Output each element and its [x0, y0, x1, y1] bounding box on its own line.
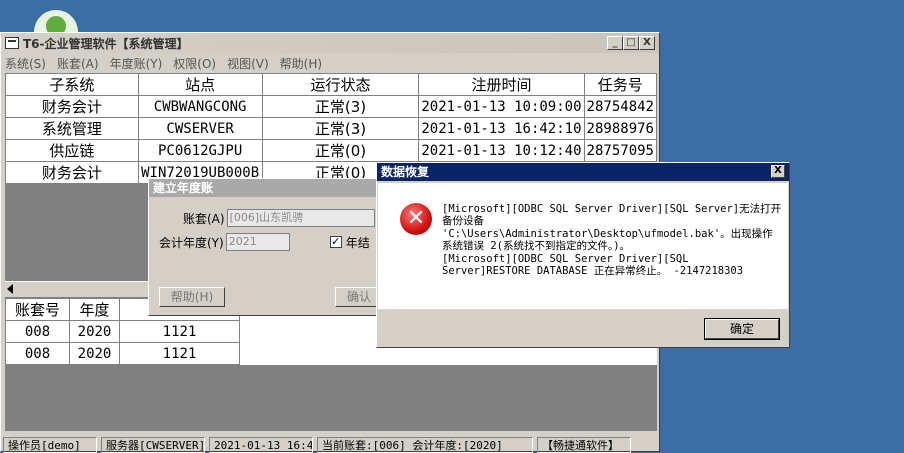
statusbar: 操作员[demo] 服务器[CWSERVER] 2021-01-13 16:46… [1, 437, 661, 453]
status-datetime: 2021-01-13 16:46 [209, 437, 313, 453]
status-server: 服务器[CWSERVER] [101, 437, 205, 453]
create-year-account-dialog: 建立年度账 账套(A) [006]山东凯骋 会计年度(Y) 2021 ✓ 年结 … [148, 178, 383, 316]
status-cell: 正常(0) [261, 139, 420, 162]
menu-permission[interactable]: 权限(O) [173, 55, 216, 72]
year-field[interactable]: 2021 [225, 233, 290, 251]
year-end-checkbox[interactable]: ✓ [329, 236, 342, 248]
subsystem-cell: 财务会计 [5, 95, 139, 118]
data-restore-error-dialog: 数据恢复 X ✕ [Microsoft][ODBC SQL Server Dri… [376, 162, 790, 348]
column-header[interactable]: 账套号 [5, 298, 70, 321]
app-window-icon [5, 37, 19, 49]
help-button[interactable]: 帮助(H) [159, 287, 225, 307]
task-cell: 28988976 [583, 117, 658, 140]
column-header[interactable]: 站点 [137, 73, 263, 96]
status-cell: 正常(3) [261, 117, 420, 140]
column-header[interactable]: 任务号 [583, 73, 658, 96]
table-row[interactable]: 系统管理 CWSERVER 正常(3) 2021-01-13 16:42:10 … [5, 117, 658, 140]
period-cell: 1121 [119, 342, 240, 365]
account-field[interactable]: [006]山东凯骋 [226, 209, 375, 227]
year-cell: 2020 [69, 342, 120, 365]
time-cell: 2021-01-13 10:12:40 [418, 139, 585, 162]
window-title: T6-企业管理软件【系统管理】 [23, 36, 189, 51]
table-row[interactable]: 供应链 PC0612GJPU 正常(0) 2021-01-13 10:12:40… [5, 139, 658, 162]
account-label: 账套(A) [183, 211, 225, 226]
main-titlebar[interactable]: T6-企业管理软件【系统管理】 _ □ X [1, 33, 659, 53]
year-end-label: 年结 [345, 235, 370, 250]
dialog-title[interactable]: 数据恢复 X [377, 163, 789, 181]
status-operator: 操作员[demo] [3, 437, 97, 453]
subsystem-cell: 系统管理 [5, 117, 139, 140]
period-cell: 1121 [119, 320, 240, 343]
time-cell: 2021-01-13 10:09:00 [418, 95, 585, 118]
site-cell: PC0612GJPU [137, 139, 263, 162]
dialog-body: ✕ [Microsoft][ODBC SQL Server Driver][SQ… [378, 183, 788, 309]
error-message: [Microsoft][ODBC SQL Server Driver][SQL … [442, 203, 782, 278]
year-label: 会计年度(Y) [159, 235, 224, 250]
session-header-row: 子系统 站点 运行状态 注册时间 任务号 [5, 73, 658, 96]
subsystem-cell: 财务会计 [5, 161, 139, 184]
status-current-account: 当前账套:[006] 会计年度:[2020] [317, 437, 533, 453]
menu-help[interactable]: 帮助(H) [280, 55, 322, 72]
close-button[interactable]: X [639, 36, 655, 50]
task-cell: 28754842 [583, 95, 658, 118]
column-header[interactable]: 子系统 [5, 73, 139, 96]
account-no-cell: 008 [5, 320, 70, 343]
column-header[interactable]: 运行状态 [261, 73, 420, 96]
time-cell: 2021-01-13 16:42:10 [418, 117, 585, 140]
subsystem-cell: 供应链 [5, 139, 139, 162]
menu-system[interactable]: 系统(S) [5, 55, 46, 72]
error-icon: ✕ [400, 203, 432, 235]
ok-button[interactable]: 确定 [704, 318, 780, 340]
menu-year-account[interactable]: 年度账(Y) [110, 55, 163, 72]
horizontal-scrollbar[interactable] [5, 281, 151, 297]
year-cell: 2020 [69, 320, 120, 343]
maximize-button[interactable]: □ [623, 36, 639, 50]
menubar: 系统(S) 账套(A) 年度账(Y) 权限(O) 视图(V) 帮助(H) [1, 53, 659, 73]
dialog-title[interactable]: 建立年度账 [149, 179, 379, 197]
dialog-title-text: 数据恢复 [381, 165, 430, 179]
menu-view[interactable]: 视图(V) [227, 55, 269, 72]
close-icon[interactable]: X [771, 165, 785, 178]
site-cell: CWBWANGCONG [137, 95, 263, 118]
status-vendor: 【畅捷通软件】 [537, 437, 631, 453]
menu-account[interactable]: 账套(A) [57, 55, 99, 72]
account-no-cell: 008 [5, 342, 70, 365]
status-cell: 正常(3) [261, 95, 420, 118]
column-header[interactable]: 注册时间 [418, 73, 585, 96]
column-header[interactable]: 年度 [69, 298, 120, 321]
minimize-button[interactable]: _ [607, 36, 623, 50]
scroll-left-icon[interactable] [7, 284, 13, 294]
site-cell: CWSERVER [137, 117, 263, 140]
task-cell: 28757095 [583, 139, 658, 162]
table-row[interactable]: 财务会计 CWBWANGCONG 正常(3) 2021-01-13 10:09:… [5, 95, 658, 118]
